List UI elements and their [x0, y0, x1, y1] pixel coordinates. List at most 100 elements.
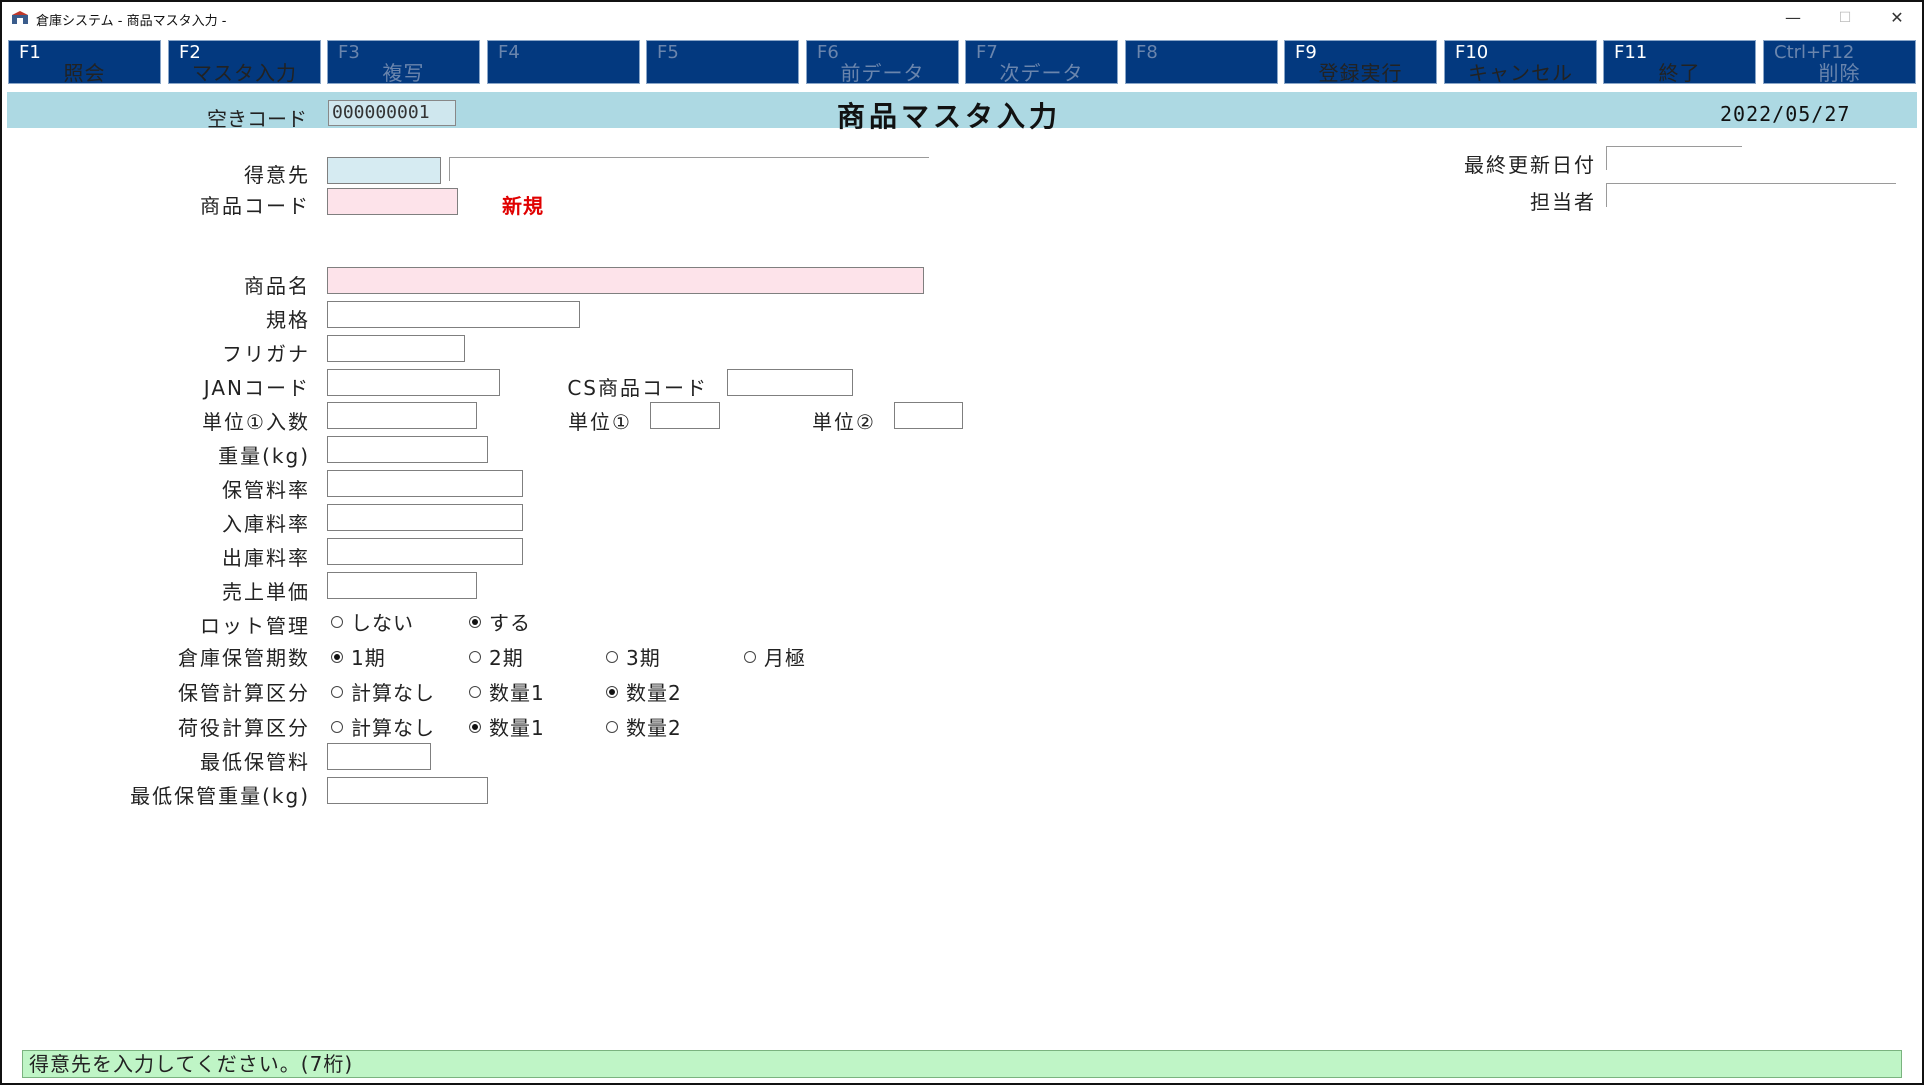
- kikan-option-3[interactable]: 3期: [606, 642, 661, 671]
- fkey-label: 登録実行: [1318, 61, 1403, 85]
- hokan-calc-option-qty1[interactable]: 数量1: [469, 677, 545, 706]
- f2-button[interactable]: F2 マスタ入力: [168, 40, 321, 84]
- fkey-number: F9: [1295, 42, 1317, 63]
- radio-label: 計算なし: [351, 716, 435, 740]
- radio-label: 計算なし: [351, 681, 435, 705]
- fkey-number: Ctrl+F12: [1774, 42, 1855, 63]
- shohin-name-label: 商品名: [244, 274, 310, 298]
- fkey-number: F11: [1614, 42, 1648, 63]
- radio-label: 3期: [626, 646, 661, 670]
- tanto-display: [1606, 183, 1896, 207]
- fkey-number: F2: [179, 42, 201, 63]
- uriage-tanka-input[interactable]: [327, 572, 477, 599]
- fkey-number: F3: [338, 42, 360, 63]
- current-date: 2022/05/27: [1720, 102, 1851, 126]
- shohin-name-input[interactable]: [327, 267, 924, 294]
- shukko-rate-input[interactable]: [327, 538, 523, 565]
- radio-icon: [744, 651, 756, 663]
- shohin-code-label: 商品コード: [200, 194, 310, 218]
- last-update-display: [1606, 146, 1742, 170]
- fkey-label: 削除: [1818, 61, 1861, 85]
- f1-button[interactable]: F1 照会: [8, 40, 161, 84]
- fkey-label: 照会: [63, 61, 106, 85]
- last-update-label: 最終更新日付: [1464, 153, 1596, 177]
- cs-code-input[interactable]: [727, 369, 853, 396]
- fkey-label: 複写: [382, 61, 425, 85]
- radio-icon: [469, 651, 481, 663]
- radio-label: しない: [351, 611, 414, 635]
- page-title: 商品マスタ入力: [837, 100, 1062, 133]
- f7-button[interactable]: F7 次データ: [965, 40, 1118, 84]
- tokuisaki-name-display: [449, 157, 929, 181]
- uriage-tanka-label: 売上単価: [222, 580, 310, 604]
- kikaku-label: 規格: [266, 308, 310, 332]
- f11-button[interactable]: F11 終了: [1603, 40, 1756, 84]
- radio-icon: [331, 616, 343, 628]
- radio-label: 1期: [351, 646, 386, 670]
- kikan-option-2[interactable]: 2期: [469, 642, 524, 671]
- kikan-option-monthly[interactable]: 月極: [744, 642, 806, 671]
- min-hokan-fee-input[interactable]: [327, 743, 431, 770]
- akicode-label: 空きコード: [207, 107, 307, 131]
- unit1-qty-input[interactable]: [327, 402, 477, 429]
- lot-option-suru[interactable]: する: [469, 607, 531, 636]
- f8-button[interactable]: F8: [1125, 40, 1278, 84]
- niyaku-calc-option-qty1[interactable]: 数量1: [469, 712, 545, 741]
- kikaku-input[interactable]: [327, 301, 580, 328]
- fkey-number: F4: [498, 42, 520, 63]
- function-key-bar: F1 照会 F2 マスタ入力 F3 複写 F4 F5 F6 前データ F7 次データ F8…: [8, 40, 1918, 86]
- radio-label: 数量2: [626, 681, 682, 705]
- min-hokan-fee-label: 最低保管料: [200, 750, 310, 774]
- close-icon[interactable]: ✕: [1874, 4, 1920, 32]
- lot-label: ロット管理: [200, 614, 310, 638]
- fkey-number: F5: [657, 42, 679, 63]
- fkey-label: 次データ: [999, 61, 1084, 85]
- weight-label: 重量(kg): [218, 444, 310, 468]
- fkey-label: 終了: [1658, 61, 1701, 85]
- nyuko-rate-input[interactable]: [327, 504, 523, 531]
- unit2-input[interactable]: [894, 402, 963, 429]
- jan-code-input[interactable]: [327, 369, 500, 396]
- tanto-label: 担当者: [1530, 190, 1596, 214]
- kikan-option-1[interactable]: 1期: [331, 642, 386, 671]
- minimize-icon[interactable]: —: [1770, 4, 1816, 32]
- unit1-qty-label: 単位①入数: [202, 410, 310, 434]
- status-message-bar: 得意先を入力してください。(7桁): [22, 1050, 1902, 1078]
- fkey-label: マスタ入力: [192, 61, 297, 85]
- radio-icon: [469, 686, 481, 698]
- tokuisaki-input[interactable]: [327, 157, 441, 184]
- unit2-label: 単位②: [812, 410, 876, 434]
- shohin-code-input[interactable]: [327, 188, 458, 215]
- unit1-input[interactable]: [650, 402, 720, 429]
- nyuko-rate-label: 入庫料率: [222, 512, 310, 536]
- weight-input[interactable]: [327, 436, 488, 463]
- niyaku-calc-option-qty2[interactable]: 数量2: [606, 712, 682, 741]
- hokan-rate-input[interactable]: [327, 470, 523, 497]
- hokan-calc-label: 保管計算区分: [178, 681, 310, 705]
- furigana-input[interactable]: [327, 335, 465, 362]
- f3-button[interactable]: F3 複写: [327, 40, 480, 84]
- niyaku-calc-option-none[interactable]: 計算なし: [331, 712, 435, 741]
- jan-code-label: JANコード: [203, 376, 310, 400]
- hokan-calc-option-qty2[interactable]: 数量2: [606, 677, 682, 706]
- ctrl-f12-button[interactable]: Ctrl+F12 削除: [1763, 40, 1916, 84]
- fkey-number: F1: [19, 42, 41, 63]
- f9-button[interactable]: F9 登録実行: [1284, 40, 1437, 84]
- f5-button[interactable]: F5: [646, 40, 799, 84]
- radio-label: 月極: [764, 646, 806, 670]
- min-hokan-weight-input[interactable]: [327, 777, 488, 804]
- hokan-calc-option-none[interactable]: 計算なし: [331, 677, 435, 706]
- radio-checked-icon: [469, 721, 481, 733]
- lot-option-shinai[interactable]: しない: [331, 607, 414, 636]
- radio-checked-icon: [606, 686, 618, 698]
- f10-button[interactable]: F10 キャンセル: [1444, 40, 1597, 84]
- maximize-icon[interactable]: ☐: [1822, 4, 1868, 32]
- fkey-number: F10: [1455, 42, 1489, 63]
- fkey-number: F8: [1136, 42, 1158, 63]
- radio-icon: [331, 686, 343, 698]
- f4-button[interactable]: F4: [487, 40, 640, 84]
- fkey-number: F7: [976, 42, 998, 63]
- furigana-label: フリガナ: [222, 342, 310, 366]
- new-mode-indicator: 新規: [502, 194, 544, 218]
- f6-button[interactable]: F6 前データ: [806, 40, 959, 84]
